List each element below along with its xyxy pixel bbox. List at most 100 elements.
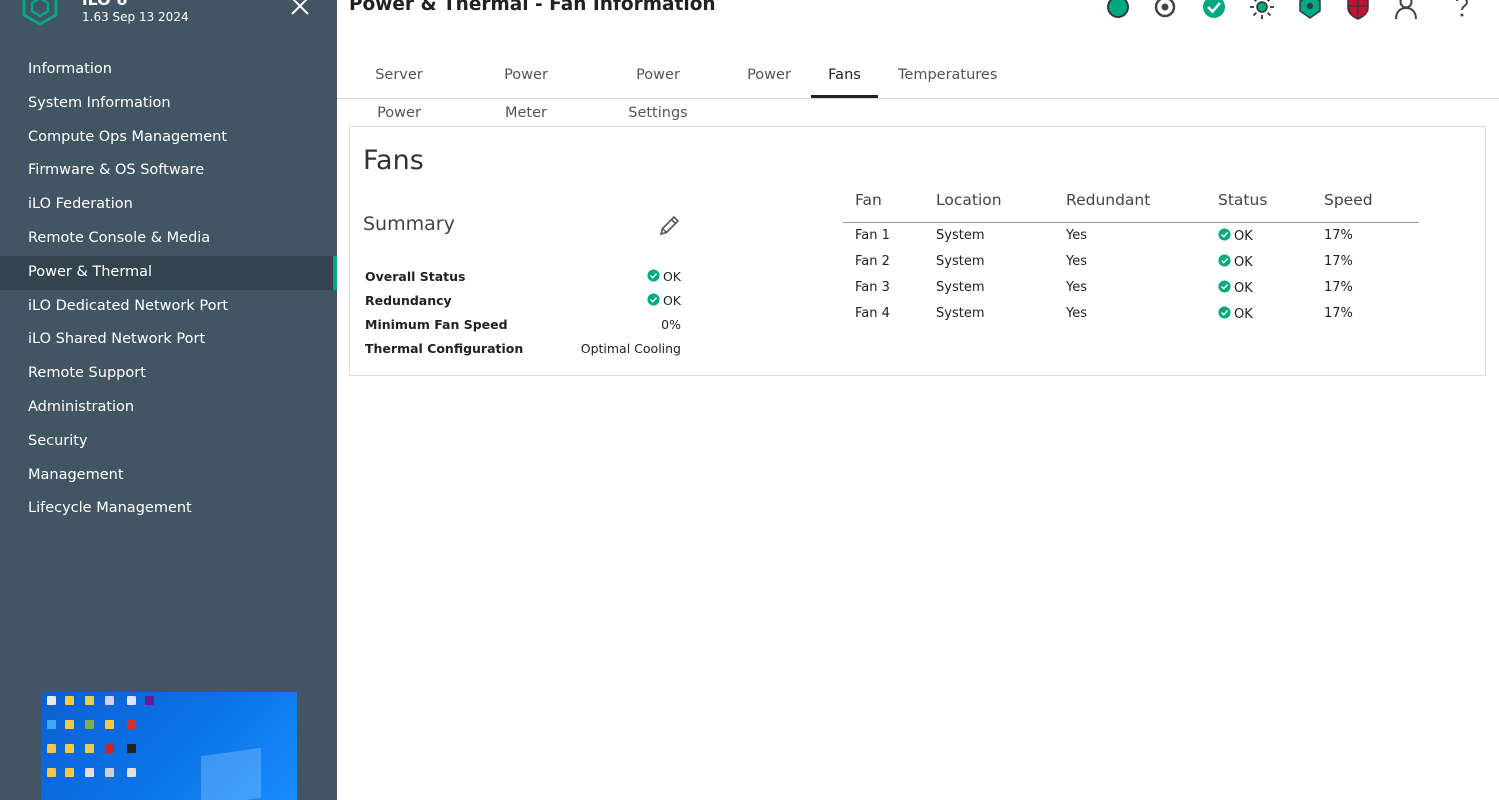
- card-title: Fans: [363, 145, 424, 176]
- summary-label: Thermal Configuration: [365, 341, 524, 356]
- desktop-icon: [105, 696, 114, 705]
- ilo-logo-icon: [22, 0, 58, 26]
- fan-location: System: [936, 306, 985, 321]
- sidebar-item-firmware-os-software[interactable]: Firmware & OS Software: [0, 154, 337, 188]
- desktop-icon: [127, 720, 136, 729]
- desktop-icon: [127, 744, 136, 753]
- ok-check-icon: [647, 293, 660, 306]
- brightness-icon[interactable]: [1249, 0, 1275, 20]
- summary-value: OK: [647, 269, 681, 284]
- security-shield-icon[interactable]: [1297, 0, 1323, 20]
- sidebar-item-management[interactable]: Management: [0, 459, 337, 493]
- summary-title: Summary: [363, 213, 455, 235]
- fan-speed: 17%: [1324, 228, 1353, 243]
- status-text: OK: [1234, 255, 1253, 270]
- table-header-row: Fan Location Redundant Status Speed: [843, 183, 1419, 223]
- column-header-status[interactable]: Status: [1218, 191, 1267, 209]
- fan-redundant: Yes: [1066, 254, 1087, 269]
- column-header-redundant[interactable]: Redundant: [1066, 191, 1150, 209]
- edit-pencil-icon[interactable]: [656, 213, 682, 239]
- status-text: OK: [1234, 281, 1253, 296]
- fan-redundant: Yes: [1066, 280, 1087, 295]
- desktop-icon: [105, 744, 114, 753]
- summary-row-redundancy: Redundancy OK: [365, 291, 681, 313]
- summary-label: Redundancy: [365, 293, 452, 308]
- sidebar-item-ilo-shared-network-port[interactable]: iLO Shared Network Port: [0, 323, 337, 357]
- column-header-fan[interactable]: Fan: [855, 191, 882, 209]
- fan-location: System: [936, 280, 985, 295]
- summary-value: Optimal Cooling: [580, 341, 681, 356]
- sidebar-item-information[interactable]: Information: [0, 53, 337, 87]
- help-icon[interactable]: [1449, 0, 1475, 20]
- desktop-icon: [85, 768, 94, 777]
- sidebar-item-security[interactable]: Security: [0, 425, 337, 459]
- security-alert-icon[interactable]: [1345, 0, 1371, 20]
- fan-name: Fan 3: [855, 280, 890, 295]
- sidebar-item-power-thermal[interactable]: Power & Thermal: [0, 255, 337, 290]
- remote-console-thumbnail[interactable]: [41, 692, 297, 800]
- fan-status: OK: [1218, 306, 1253, 322]
- close-icon[interactable]: [288, 0, 312, 18]
- sidebar-item-lifecycle-management[interactable]: Lifecycle Management: [0, 492, 337, 526]
- desktop-icon: [85, 720, 94, 729]
- fan-speed: 17%: [1324, 306, 1353, 321]
- table-row: Fan 3 System Yes OK 17%: [843, 275, 1419, 301]
- tab-power-settings[interactable]: Power Settings: [606, 56, 710, 121]
- fan-redundant: Yes: [1066, 306, 1087, 321]
- tab-temperatures[interactable]: Temperatures: [898, 56, 997, 98]
- sidebar-item-remote-support[interactable]: Remote Support: [0, 357, 337, 391]
- page-title: Power & Thermal - Fan Information: [349, 0, 716, 15]
- sidebar-item-administration[interactable]: Administration: [0, 391, 337, 425]
- column-header-speed[interactable]: Speed: [1324, 191, 1373, 209]
- sidebar-item-system-information[interactable]: System Information: [0, 87, 337, 121]
- fan-status: OK: [1218, 280, 1253, 296]
- summary-label: Overall Status: [365, 269, 466, 284]
- fan-redundant: Yes: [1066, 228, 1087, 243]
- tab-power-meter[interactable]: Power Meter: [481, 56, 571, 121]
- summary-value: OK: [647, 293, 681, 308]
- fan-table: Fan Location Redundant Status Speed Fan …: [843, 183, 1419, 327]
- sidebar: iLO 6 1.63 Sep 13 2024 Information Syste…: [0, 0, 337, 800]
- summary-row-thermal-configuration: Thermal Configuration Optimal Cooling: [365, 339, 681, 361]
- table-row: Fan 2 System Yes OK 17%: [843, 249, 1419, 275]
- ok-check-icon: [647, 269, 660, 282]
- fan-status: OK: [1218, 254, 1253, 270]
- app-version: 1.63 Sep 13 2024: [82, 10, 189, 24]
- desktop-icon: [47, 744, 56, 753]
- ok-check-icon: [1218, 228, 1231, 241]
- health-ok-icon[interactable]: [1201, 0, 1227, 20]
- uid-indicator-icon[interactable]: [1152, 0, 1178, 20]
- status-text: OK: [662, 293, 681, 308]
- desktop-icon: [105, 720, 114, 729]
- desktop-icon: [105, 768, 114, 777]
- fan-speed: 17%: [1324, 280, 1353, 295]
- fan-name: Fan 1: [855, 228, 890, 243]
- fan-speed: 17%: [1324, 254, 1353, 269]
- tab-fans[interactable]: Fans: [811, 56, 878, 98]
- windows-logo-graphic: [201, 747, 261, 800]
- sidebar-item-ilo-federation[interactable]: iLO Federation: [0, 188, 337, 222]
- user-icon[interactable]: [1393, 0, 1419, 20]
- fan-name: Fan 2: [855, 254, 890, 269]
- power-status-icon[interactable]: [1105, 0, 1131, 20]
- sidebar-item-ilo-dedicated-network-port[interactable]: iLO Dedicated Network Port: [0, 290, 337, 324]
- table-row: Fan 1 System Yes OK 17%: [843, 223, 1419, 249]
- sidebar-item-remote-console-media[interactable]: Remote Console & Media: [0, 222, 337, 256]
- tab-bar: Server Power Power Meter Power Settings …: [337, 56, 1499, 121]
- ok-check-icon: [1218, 280, 1231, 293]
- sidebar-nav: Information System Information Compute O…: [0, 53, 337, 526]
- desktop-icon: [127, 768, 136, 777]
- status-text: OK: [1234, 229, 1253, 244]
- column-header-location[interactable]: Location: [936, 191, 1002, 209]
- tab-server-power[interactable]: Server Power: [354, 56, 444, 121]
- table-row: Fan 4 System Yes OK 17%: [843, 301, 1419, 327]
- tab-power[interactable]: Power: [746, 56, 792, 98]
- sidebar-item-compute-ops-management[interactable]: Compute Ops Management: [0, 121, 337, 155]
- summary-row-minimum-fan-speed: Minimum Fan Speed 0%: [365, 315, 681, 337]
- desktop-icon: [145, 696, 154, 705]
- fan-location: System: [936, 228, 985, 243]
- desktop-icon: [85, 744, 94, 753]
- status-text: OK: [662, 269, 681, 284]
- status-text: OK: [1234, 307, 1253, 322]
- desktop-icon: [65, 744, 74, 753]
